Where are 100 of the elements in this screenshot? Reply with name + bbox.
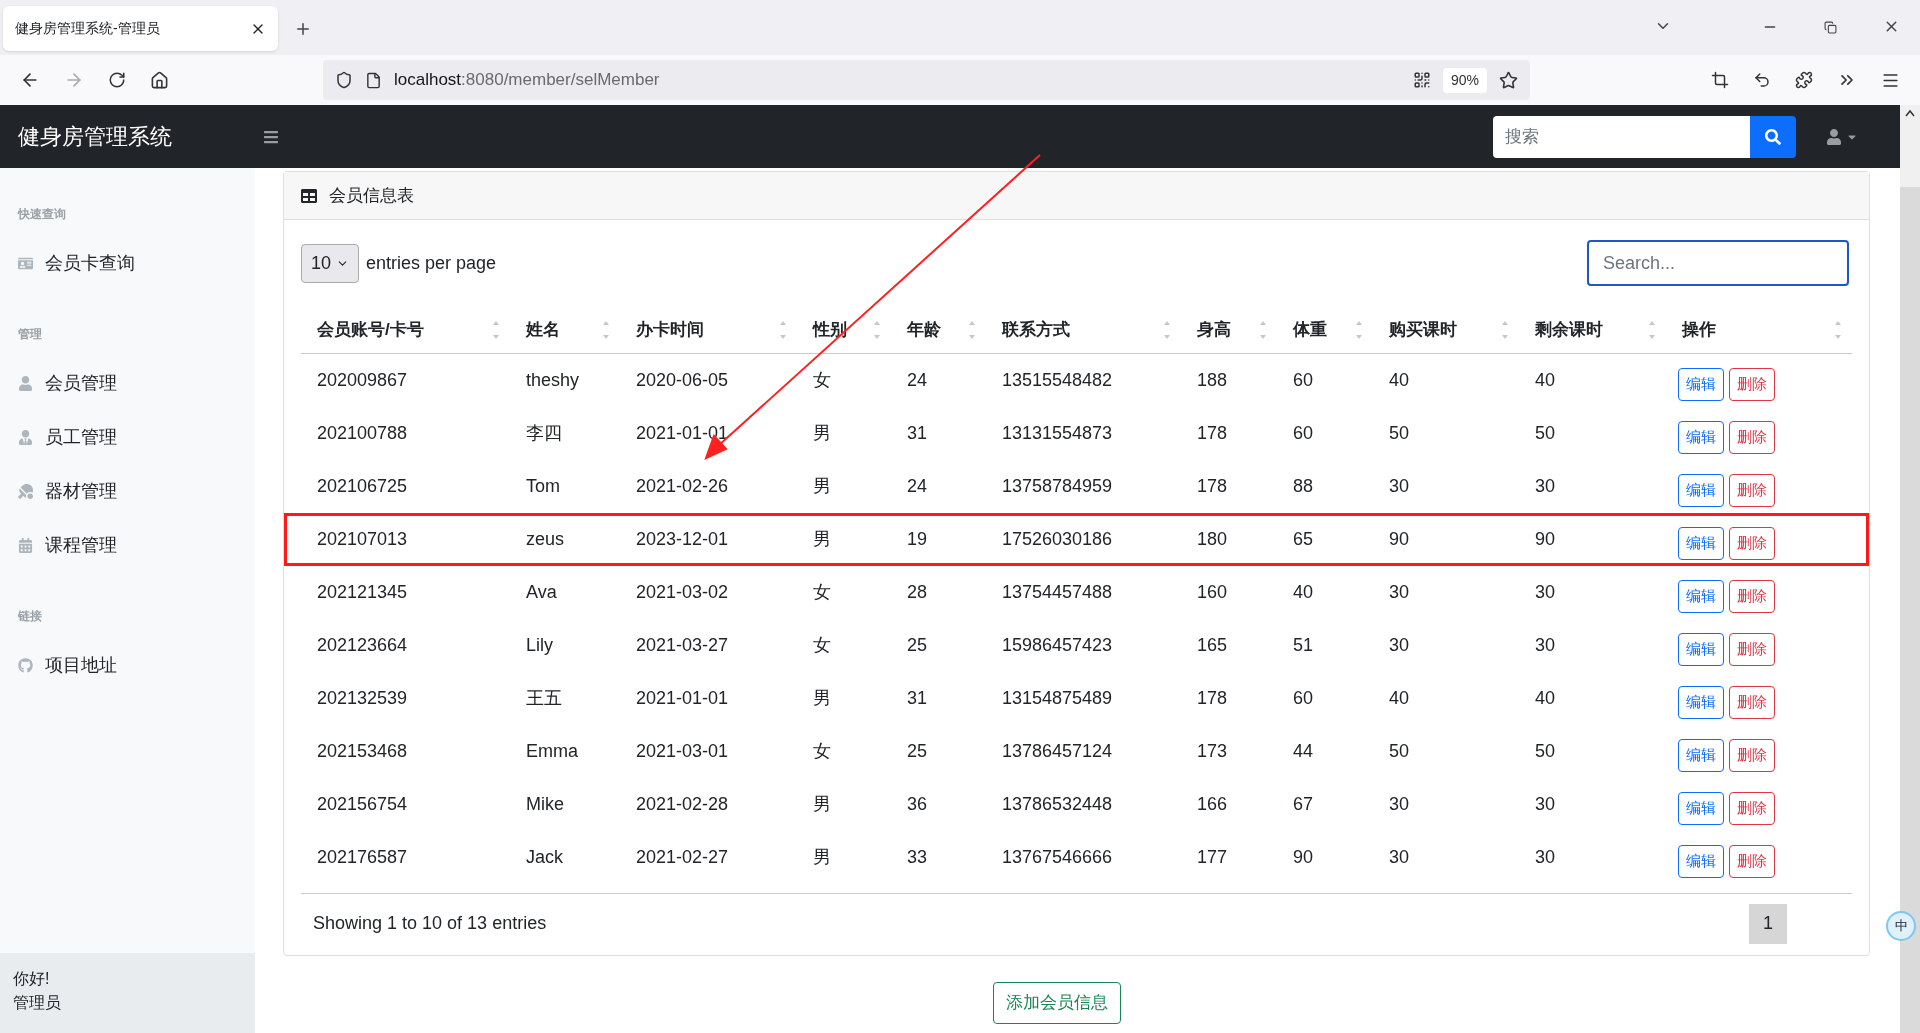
column-header[interactable]: 体重 bbox=[1277, 306, 1373, 353]
page-button[interactable]: 1 bbox=[1749, 903, 1787, 944]
sidebar-item[interactable]: 会员卡查询 bbox=[0, 236, 255, 290]
column-header[interactable]: 性别 bbox=[797, 306, 891, 353]
delete-button[interactable]: 删除 bbox=[1729, 474, 1775, 507]
edit-button[interactable]: 编辑 bbox=[1678, 580, 1724, 613]
sidebar-item[interactable]: 课程管理 bbox=[0, 518, 255, 572]
column-header[interactable]: 年龄 bbox=[891, 306, 986, 353]
table-cell-text: 王五 bbox=[526, 687, 562, 710]
id-card-icon bbox=[18, 255, 33, 271]
delete-button[interactable]: 删除 bbox=[1729, 845, 1775, 878]
column-header[interactable]: 购买课时 bbox=[1373, 306, 1519, 353]
table-cell-text: 178 bbox=[1197, 422, 1228, 445]
delete-button[interactable]: 删除 bbox=[1729, 739, 1775, 772]
shield-icon bbox=[335, 71, 353, 89]
table-cell-text: 李四 bbox=[526, 422, 562, 445]
user-icon bbox=[18, 375, 33, 391]
table-cell-text: Jack bbox=[526, 846, 563, 869]
edit-button[interactable]: 编辑 bbox=[1678, 792, 1724, 825]
table-cell-text: 25 bbox=[907, 634, 928, 657]
table-cell-text: theshy bbox=[526, 369, 580, 392]
table-cell-text: 2021-02-26 bbox=[636, 475, 729, 498]
delete-button[interactable]: 删除 bbox=[1729, 368, 1775, 401]
zoom-badge[interactable]: 90% bbox=[1442, 67, 1487, 93]
sidebar-item[interactable]: 项目地址 bbox=[0, 638, 255, 692]
sidebar-item[interactable]: 会员管理 bbox=[0, 356, 255, 410]
table-cell-text: 13767546666 bbox=[1002, 846, 1113, 869]
edit-button[interactable]: 编辑 bbox=[1678, 686, 1724, 719]
table-cell-text: 30 bbox=[1535, 634, 1556, 657]
edit-button[interactable]: 编辑 bbox=[1678, 845, 1724, 878]
table-cell-text: 202176587 bbox=[317, 846, 408, 869]
column-header[interactable]: 剩余课时 bbox=[1519, 306, 1666, 353]
edit-button[interactable]: 编辑 bbox=[1678, 633, 1724, 666]
undo-icon[interactable] bbox=[1753, 71, 1771, 89]
table-cell-text: Tom bbox=[526, 475, 560, 498]
qr-code-icon[interactable] bbox=[1412, 71, 1431, 89]
reload-icon[interactable] bbox=[108, 71, 126, 89]
table-cell-text: 30 bbox=[1389, 793, 1410, 816]
table-cell-text: 180 bbox=[1197, 528, 1228, 551]
table-cell-text: 50 bbox=[1535, 740, 1556, 763]
table-cell-text: 67 bbox=[1293, 793, 1314, 816]
edit-button[interactable]: 编辑 bbox=[1678, 368, 1724, 401]
edit-button[interactable]: 编辑 bbox=[1678, 421, 1724, 454]
delete-button[interactable]: 删除 bbox=[1729, 633, 1775, 666]
restore-icon[interactable] bbox=[1824, 21, 1837, 34]
table-cell-text: 15986457423 bbox=[1002, 634, 1113, 657]
table-cell-text: 2021-02-28 bbox=[636, 793, 729, 816]
sidebar-item[interactable]: 员工管理 bbox=[0, 410, 255, 464]
table-cell-text: 40 bbox=[1293, 581, 1314, 604]
table-search-field[interactable]: Search... bbox=[1587, 240, 1849, 286]
sidebar-item[interactable]: 器材管理 bbox=[0, 464, 255, 518]
home-icon[interactable] bbox=[150, 70, 169, 90]
column-header[interactable]: 会员账号/卡号 bbox=[301, 306, 510, 353]
menu-icon[interactable] bbox=[263, 128, 279, 145]
table-cell-text: 30 bbox=[1535, 475, 1556, 498]
add-member-button[interactable]: 添加会员信息 bbox=[992, 982, 1121, 1024]
table-cell-text: 30 bbox=[1389, 634, 1410, 657]
table-cell-text: 男 bbox=[813, 528, 831, 551]
table-cell-text: 24 bbox=[907, 475, 928, 498]
search-button[interactable] bbox=[1750, 115, 1796, 158]
table-cell-text: 女 bbox=[813, 369, 831, 392]
table-cell-text: 202009867 bbox=[317, 369, 408, 392]
table-cell-text: 男 bbox=[813, 687, 831, 710]
column-header[interactable]: 身高 bbox=[1181, 306, 1277, 353]
browser-tab[interactable]: 健身房管理系统-管理员 bbox=[3, 6, 278, 51]
column-header[interactable]: 操作 bbox=[1666, 306, 1852, 353]
new-tab-icon[interactable] bbox=[294, 20, 312, 38]
edit-button[interactable]: 编辑 bbox=[1678, 474, 1724, 507]
search-field[interactable]: 搜索 bbox=[1493, 115, 1750, 158]
edit-button[interactable]: 编辑 bbox=[1678, 527, 1724, 560]
table-cell-text: 男 bbox=[813, 475, 831, 498]
table-cell-text: 24 bbox=[907, 369, 928, 392]
delete-button[interactable]: 删除 bbox=[1729, 792, 1775, 825]
table-cell-text: Lily bbox=[526, 634, 553, 657]
address-bar[interactable]: localhost:8080/member/selMember 90% bbox=[323, 60, 1530, 100]
page-icon bbox=[365, 71, 382, 89]
puzzle-icon[interactable] bbox=[1795, 71, 1813, 89]
table-cell-text: 31 bbox=[907, 687, 928, 710]
crop-icon[interactable] bbox=[1711, 71, 1729, 89]
user-menu-button[interactable] bbox=[1826, 128, 1858, 145]
table-cell-text: 31 bbox=[907, 422, 928, 445]
delete-button[interactable]: 删除 bbox=[1729, 686, 1775, 719]
column-header[interactable]: 姓名 bbox=[510, 306, 620, 353]
table-cell-text: 30 bbox=[1535, 581, 1556, 604]
column-header[interactable]: 联系方式 bbox=[986, 306, 1181, 353]
scroll-up-icon[interactable] bbox=[1905, 109, 1915, 117]
widget-button[interactable]: 中 bbox=[1886, 911, 1916, 941]
delete-button[interactable]: 删除 bbox=[1729, 580, 1775, 613]
card-title: 会员信息表 bbox=[329, 184, 414, 207]
delete-button[interactable]: 删除 bbox=[1729, 421, 1775, 454]
table-cell-text: 30 bbox=[1389, 581, 1410, 604]
page-length-select[interactable]: 10 bbox=[301, 243, 359, 283]
column-header[interactable]: 办卡时间 bbox=[620, 306, 797, 353]
table-cell-text: 2021-01-01 bbox=[636, 422, 729, 445]
bookmark-star-icon[interactable] bbox=[1499, 70, 1518, 90]
edit-button[interactable]: 编辑 bbox=[1678, 739, 1724, 772]
brand-title[interactable]: 健身房管理系统 bbox=[18, 120, 263, 153]
delete-button[interactable]: 删除 bbox=[1729, 527, 1775, 560]
sidebar-heading: 链接 bbox=[17, 608, 43, 625]
table-cell-text: 202156754 bbox=[317, 793, 408, 816]
